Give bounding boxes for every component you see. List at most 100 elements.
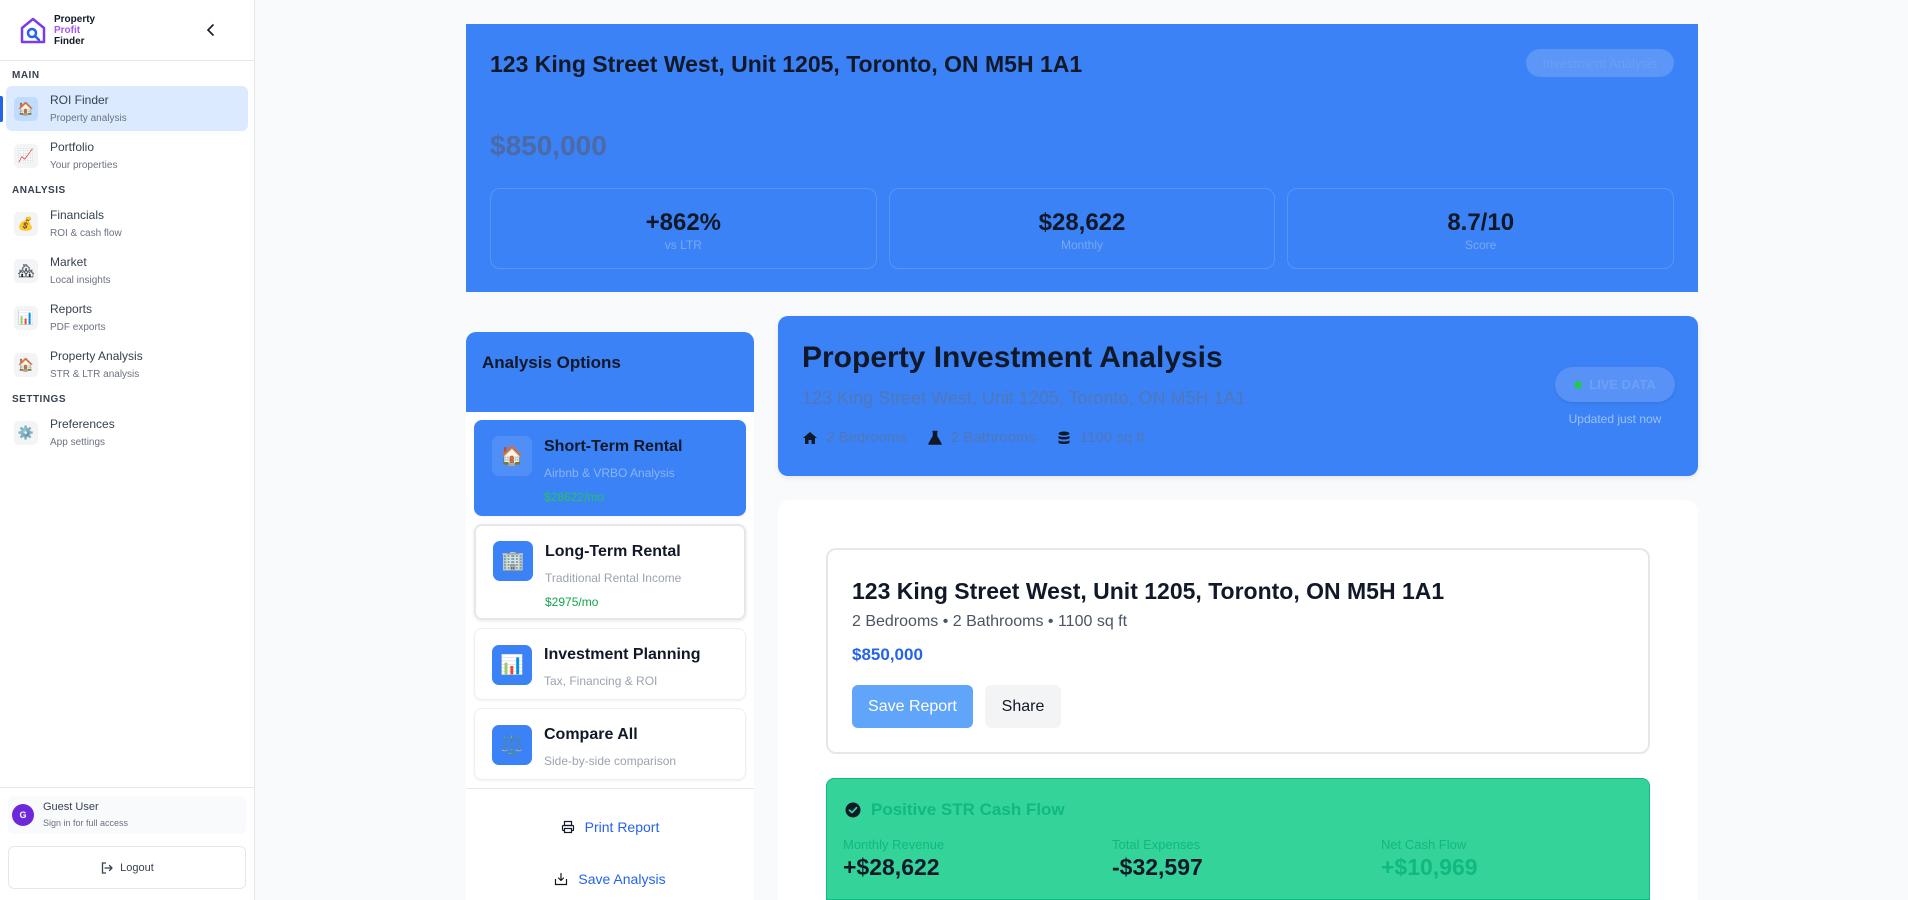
logout-button[interactable]: Logout: [8, 846, 246, 889]
logo-text: Property Profit Finder: [54, 14, 95, 47]
sidebar-item-title: Reports: [50, 301, 93, 316]
logo-line-3: Finder: [54, 35, 85, 47]
chevron-left-icon: [206, 24, 214, 36]
house-icon: 🏠: [492, 436, 532, 476]
save-analysis-button[interactable]: Save Analysis: [466, 871, 754, 887]
sidebar-item-sub: Property analysis: [50, 112, 127, 124]
analysis-options-title: Analysis Options: [466, 332, 754, 412]
option-investment-planning[interactable]: 📊 Investment Planning Tax, Financing & R…: [474, 628, 746, 700]
save-icon: [555, 872, 568, 886]
bathrooms-label: 2 Bathrooms: [950, 429, 1036, 446]
sidebar-item-sub: Your properties: [50, 159, 118, 171]
logo-line-1: Property: [54, 13, 96, 25]
options-divider: [466, 788, 754, 789]
option-title: Investment Planning: [544, 646, 701, 663]
save-report-button[interactable]: Save Report: [852, 685, 973, 728]
sidebar-item-market[interactable]: 🏘 Market Local insights: [6, 248, 248, 293]
sidebar-item-title: Property Analysis: [50, 348, 143, 363]
option-compare-all[interactable]: ⚖️ Compare All Side-by-side comparison: [474, 708, 746, 780]
cash-flow-card: Positive STR Cash Flow Monthly Revenue +…: [826, 778, 1650, 900]
house-icon: 🏠: [14, 96, 38, 121]
sidebar-item-title: Portfolio: [50, 139, 95, 154]
check-circle-icon: [845, 802, 861, 818]
sidebar-header: Property Profit Finder: [0, 0, 254, 61]
monthly-revenue: Monthly Revenue +$28,622: [843, 837, 944, 881]
scales-icon: ⚖️: [492, 725, 532, 765]
logout-icon: [102, 861, 113, 874]
section-label-settings: SETTINGS: [12, 394, 67, 405]
sidebar-item-property-analysis[interactable]: 🏠 Property Analysis STR & LTR analysis: [6, 342, 248, 387]
printer-icon: [561, 820, 574, 834]
sidebar-item-sub: STR & LTR analysis: [50, 368, 140, 380]
cash-flow-title-text: Positive STR Cash Flow: [871, 800, 1065, 819]
save-analysis-label: Save Analysis: [578, 871, 666, 887]
bedrooms-label: 2 Bedrooms: [826, 429, 907, 446]
sidebar-item-sub: App settings: [50, 436, 106, 448]
main-content-card: 123 King Street West, Unit 1205, Toronto…: [778, 500, 1698, 900]
hero-price: $850,000: [490, 130, 607, 161]
gear-icon: ⚙️: [14, 420, 38, 445]
collapse-sidebar-button[interactable]: [200, 18, 222, 42]
analysis-address: 123 King Street West, Unit 1205, Toronto…: [802, 388, 1246, 408]
property-meta: 2 Bedrooms • 2 Bathrooms • 1100 sq ft: [852, 613, 1128, 630]
analysis-options-panel: Analysis Options 🏠 Short-Term Rental Air…: [466, 332, 754, 900]
sidebar-item-title: ROI Finder: [50, 92, 109, 107]
metric-label: Total Expenses: [1112, 837, 1201, 852]
avatar: G: [12, 804, 34, 826]
metric-label: Net Cash Flow: [1381, 837, 1467, 852]
option-title: Short-Term Rental: [544, 438, 683, 455]
section-label-analysis: ANALYSIS: [12, 185, 66, 196]
stat-value: 8.7/10: [1447, 209, 1515, 236]
logout-label: Logout: [120, 861, 154, 874]
chart-up-icon: 📈: [14, 143, 38, 168]
option-long-term-rental[interactable]: 🏢 Long-Term Rental Traditional Rental In…: [474, 524, 746, 620]
property-features: 2 Bedrooms 2 Bathrooms 1100 sq ft: [802, 429, 1165, 446]
sidebar-item-sub: PDF exports: [50, 321, 106, 333]
stat-label: Monthly: [1060, 238, 1104, 252]
stat-card-vs-ltr: +862% vs LTR: [490, 188, 877, 269]
share-button[interactable]: Share: [985, 685, 1061, 728]
sidebar-item-reports[interactable]: 📊 Reports PDF exports: [6, 295, 248, 340]
live-data-label: LIVE DATA: [1589, 377, 1656, 392]
user-name: Guest User: [43, 801, 99, 813]
office-building-icon: 🏢: [493, 541, 533, 581]
sidebar-item-preferences[interactable]: ⚙️ Preferences App settings: [6, 410, 248, 455]
user-sub: Sign in for full access: [43, 818, 129, 828]
hero-stats: +862% vs LTR $28,622 Monthly 8.7/10 Scor…: [490, 188, 1675, 269]
sidebar-item-portfolio[interactable]: 📈 Portfolio Your properties: [6, 133, 248, 178]
sidebar-item-financials[interactable]: 💰 Financials ROI & cash flow: [6, 201, 248, 246]
investment-analysis-badge: Investment Analysis: [1526, 49, 1674, 77]
logo-icon: [20, 17, 46, 44]
feature-bathrooms: 2 Bathrooms: [927, 429, 1036, 446]
stat-label: Score: [1465, 238, 1497, 252]
live-indicator-dot: [1574, 380, 1583, 389]
sidebar-item-sub: Local insights: [50, 274, 111, 286]
sidebar-footer: G Guest User Sign in for full access Log…: [0, 787, 255, 900]
feature-sqft: 1100 sq ft: [1056, 429, 1145, 446]
database-icon: [1058, 431, 1070, 444]
logo-line-2: Profit: [54, 24, 81, 36]
flask-icon: [928, 430, 942, 445]
hero-summary: 123 King Street West, Unit 1205, Toronto…: [466, 24, 1698, 292]
money-bag-icon: 💰: [14, 211, 38, 236]
property-price: $850,000: [852, 645, 923, 664]
stat-value: +862%: [645, 209, 722, 236]
user-profile[interactable]: G Guest User Sign in for full access: [8, 796, 246, 834]
metric-value: +$28,622: [843, 854, 940, 880]
hero-address: 123 King Street West, Unit 1205, Toronto…: [490, 51, 1083, 77]
section-label-main: MAIN: [12, 70, 40, 81]
sidebar-item-roi-finder[interactable]: 🏠 ROI Finder Property analysis: [0, 86, 248, 131]
metric-value: +$10,969: [1381, 854, 1478, 880]
stat-value: $28,622: [1038, 209, 1126, 236]
cash-flow-title: Positive STR Cash Flow: [845, 800, 1065, 820]
metric-value: -$32,597: [1112, 854, 1203, 880]
print-report-button[interactable]: Print Report: [466, 819, 754, 835]
sidebar-item-title: Market: [50, 254, 87, 269]
option-title: Compare All: [544, 726, 638, 743]
bar-chart-icon: 📊: [14, 305, 38, 330]
property-summary-card: 123 King Street West, Unit 1205, Toronto…: [826, 548, 1650, 754]
stat-card-monthly: $28,622 Monthly: [888, 188, 1276, 269]
home-icon: [803, 431, 817, 444]
option-title: Long-Term Rental: [545, 543, 681, 560]
option-short-term-rental[interactable]: 🏠 Short-Term Rental Airbnb & VRBO Analys…: [474, 420, 746, 516]
